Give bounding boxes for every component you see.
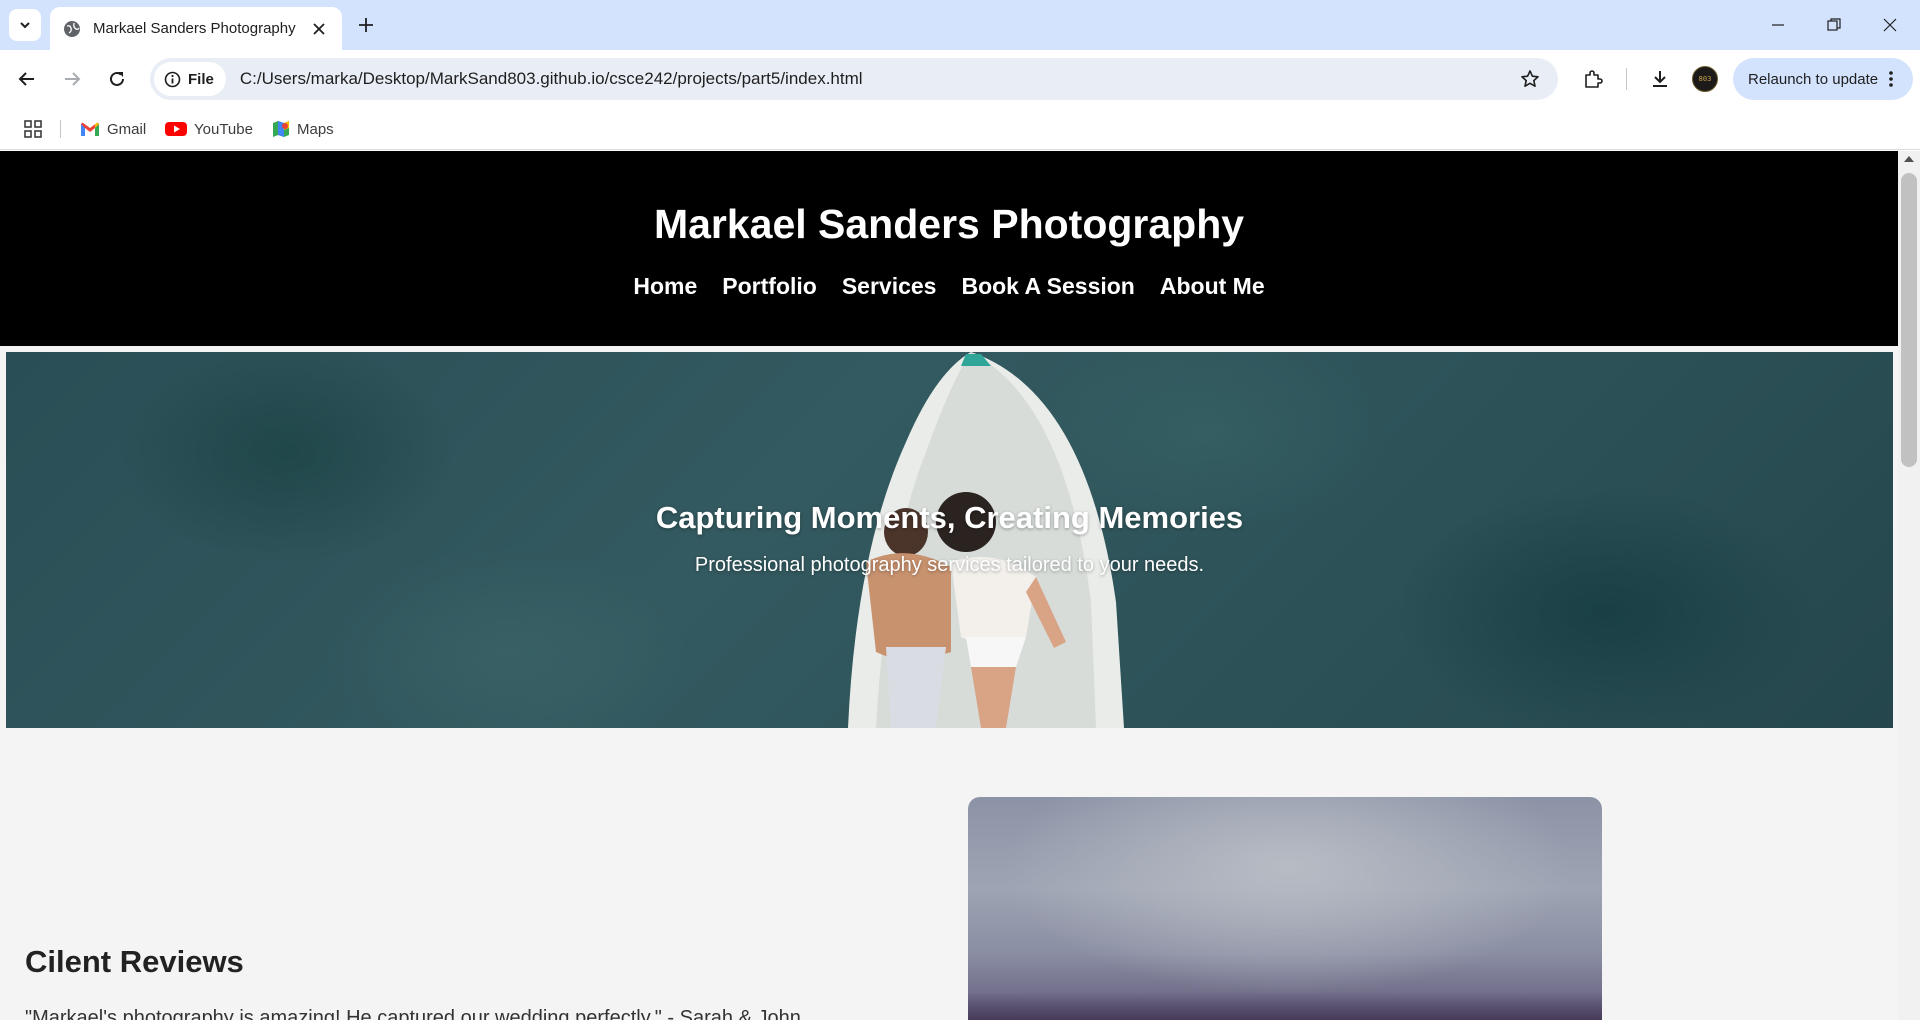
restore-icon <box>1827 18 1841 31</box>
bookmark-gmail[interactable]: Gmail <box>76 116 150 142</box>
extensions-button[interactable] <box>1575 61 1611 97</box>
site-title: Markael Sanders Photography <box>653 201 1245 247</box>
reload-icon <box>110 71 124 86</box>
reviews-heading: Cilent Reviews <box>25 944 244 979</box>
nav-link-services[interactable]: Services <box>842 273 937 300</box>
bookmark-label: Maps <box>297 120 334 138</box>
close-icon <box>313 22 325 35</box>
forward-button[interactable] <box>54 61 90 97</box>
hero-banner: Capturing Moments, Creating Memories Pro… <box>6 352 1893 728</box>
site-chip-label: File <box>188 70 214 88</box>
relaunch-label: Relaunch to update <box>1748 70 1879 88</box>
browser-toolbar: File C:/Users/marka/Desktop/MarkSand803.… <box>0 50 1920 108</box>
page-scrollbar[interactable] <box>1898 151 1920 1020</box>
main-nav: Home Portfolio Services Book A Session A… <box>0 273 1898 300</box>
scroll-up-arrow-icon[interactable] <box>1904 156 1914 162</box>
puzzle-icon <box>1585 70 1603 88</box>
profile-initials: 803 <box>1698 75 1712 83</box>
bookmark-youtube[interactable]: YouTube <box>161 116 257 142</box>
featured-photo-seascape <box>968 797 1602 1020</box>
hero-heading: Capturing Moments, Creating Memories <box>655 500 1244 535</box>
gmail-icon <box>81 122 99 136</box>
bookmark-maps[interactable]: Maps <box>268 116 338 142</box>
profile-avatar[interactable]: 803 <box>1692 66 1718 92</box>
photo-horizon <box>968 992 1602 1020</box>
new-tab-button[interactable] <box>352 11 380 39</box>
tab-title: Markael Sanders Photography <box>93 20 296 37</box>
tab-search-button[interactable] <box>9 9 41 41</box>
bookmark-label: Gmail <box>107 120 147 138</box>
minimize-icon <box>1772 24 1784 26</box>
active-tab[interactable]: Markael Sanders Photography <box>50 7 342 50</box>
bookmark-label: YouTube <box>194 120 253 138</box>
scrollbar-thumb[interactable] <box>1901 173 1917 467</box>
nav-link-portfolio[interactable]: Portfolio <box>722 273 817 300</box>
chevron-down-icon <box>20 22 30 29</box>
site-info-chip[interactable]: File <box>154 62 226 96</box>
download-icon <box>1653 71 1667 87</box>
minimize-button[interactable] <box>1750 0 1806 50</box>
page-viewport: Markael Sanders Photography Home Portfol… <box>0 151 1920 1020</box>
window-close-button[interactable] <box>1862 0 1918 50</box>
youtube-icon <box>165 122 187 136</box>
tab-strip: Markael Sanders Photography <box>0 0 1920 50</box>
bookmarks-divider <box>60 120 61 138</box>
arrow-right-icon <box>65 72 81 86</box>
star-icon <box>1521 70 1539 87</box>
relaunch-to-update-button[interactable]: Relaunch to update <box>1733 58 1913 100</box>
hero-subtext: Professional photography services tailor… <box>694 554 1205 576</box>
toolbar-divider <box>1626 68 1627 90</box>
nav-link-home[interactable]: Home <box>633 273 697 300</box>
review-text: "Markael's photography is amazing! He ca… <box>25 1007 801 1020</box>
restore-button[interactable] <box>1806 0 1862 50</box>
apps-button[interactable] <box>20 116 46 142</box>
back-button[interactable] <box>9 61 45 97</box>
downloads-button[interactable] <box>1642 61 1678 97</box>
site-header: Markael Sanders Photography Home Portfol… <box>0 151 1898 346</box>
arrow-left-icon <box>18 72 34 86</box>
reload-button[interactable] <box>99 61 135 97</box>
close-icon <box>1883 18 1897 32</box>
url-text[interactable]: C:/Users/marka/Desktop/MarkSand803.githu… <box>240 69 1512 89</box>
bookmarks-bar: Gmail YouTube Maps <box>0 108 1920 150</box>
nav-link-about-me[interactable]: About Me <box>1160 273 1265 300</box>
more-vert-icon <box>1889 71 1893 87</box>
maps-icon <box>273 121 289 137</box>
address-bar[interactable]: File C:/Users/marka/Desktop/MarkSand803.… <box>150 58 1558 100</box>
bookmark-star-button[interactable] <box>1512 61 1548 97</box>
info-icon <box>164 71 181 87</box>
apps-grid-icon <box>24 120 42 138</box>
hero-text: Capturing Moments, Creating Memories Pro… <box>6 500 1893 577</box>
tab-close-button[interactable] <box>308 18 330 40</box>
plus-icon <box>359 18 373 32</box>
globe-icon <box>64 20 80 37</box>
nav-link-book-a-session[interactable]: Book A Session <box>961 273 1134 300</box>
